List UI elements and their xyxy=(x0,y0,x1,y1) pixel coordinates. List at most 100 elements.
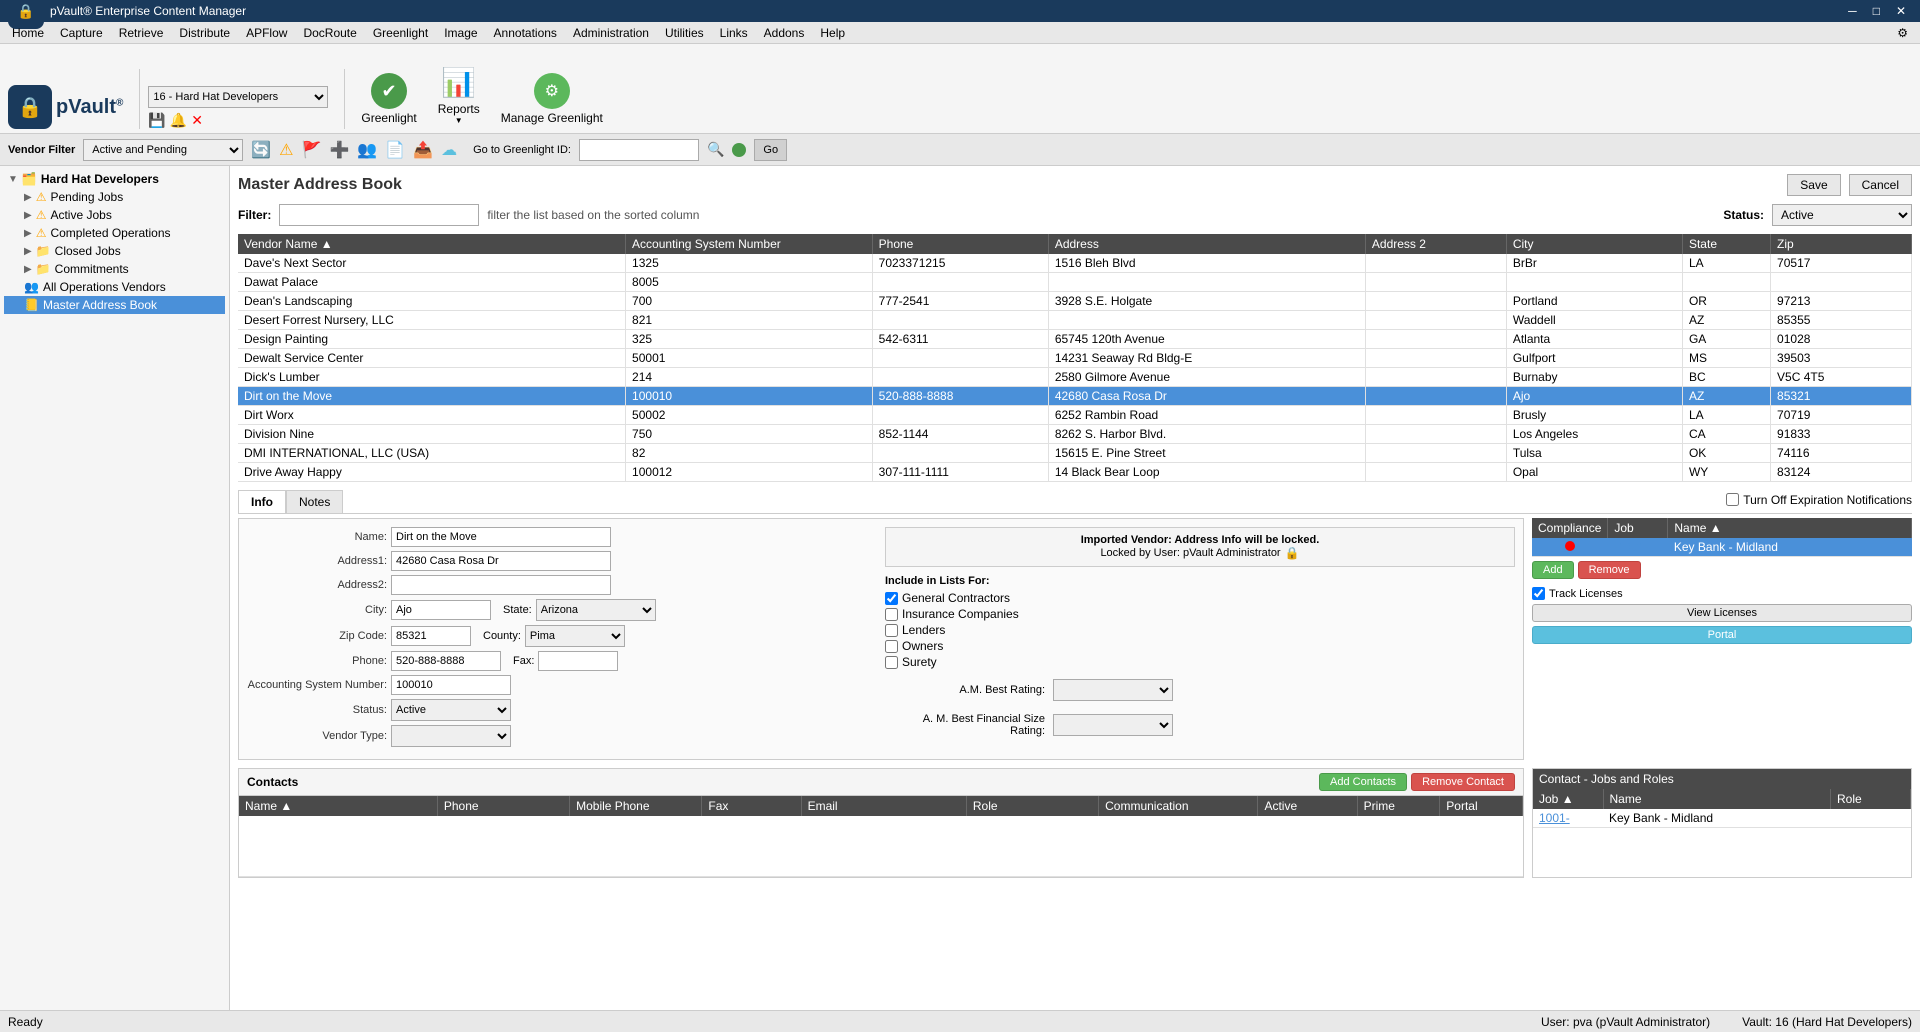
cloud-icon[interactable]: ☁ xyxy=(441,140,457,160)
vendor-row-3[interactable]: Desert Forrest Nursery, LLC 821 Waddell … xyxy=(238,311,1912,330)
sidebar-item-pending-jobs[interactable]: ▶ ⚠ Pending Jobs xyxy=(4,188,225,206)
check-sur[interactable] xyxy=(885,656,898,669)
contact-col-portal[interactable]: Portal xyxy=(1440,796,1523,816)
fax-input[interactable] xyxy=(538,651,618,671)
menu-retrieve[interactable]: Retrieve xyxy=(111,24,172,42)
sidebar-item-closed-jobs[interactable]: ▶ 📁 Closed Jobs xyxy=(4,242,225,260)
check-lend[interactable] xyxy=(885,624,898,637)
vendor-filter-select[interactable]: Active and Pending Active Inactive All xyxy=(83,139,243,161)
menu-greenlight[interactable]: Greenlight xyxy=(365,24,436,42)
contact-col-email[interactable]: Email xyxy=(801,796,966,816)
address2-input[interactable] xyxy=(391,575,611,595)
menu-distribute[interactable]: Distribute xyxy=(171,24,238,42)
tab-notes[interactable]: Notes xyxy=(286,490,343,513)
cj-col-job[interactable]: Job ▲ xyxy=(1533,789,1603,809)
contact-col-phone[interactable]: Phone xyxy=(437,796,569,816)
flag-green-icon[interactable]: 🚩 xyxy=(302,140,322,160)
cj-col-name[interactable]: Name xyxy=(1603,789,1831,809)
vendor-row-4[interactable]: Design Painting 325 542-6311 65745 120th… xyxy=(238,330,1912,349)
upload-icon[interactable]: 📤 xyxy=(413,140,433,160)
sidebar-item-address-book[interactable]: 📒 Master Address Book xyxy=(4,296,225,314)
vendor-row-5[interactable]: Dewalt Service Center 50001 14231 Seaway… xyxy=(238,349,1912,368)
address1-input[interactable] xyxy=(391,551,611,571)
vendor-row-0[interactable]: Dave's Next Sector 1325 7023371215 1516 … xyxy=(238,254,1912,273)
check-gc[interactable] xyxy=(885,592,898,605)
people-icon[interactable]: 👥 xyxy=(357,140,377,160)
contact-col-mobile[interactable]: Mobile Phone xyxy=(570,796,702,816)
contact-col-active[interactable]: Active xyxy=(1258,796,1357,816)
menu-home[interactable]: Home xyxy=(4,24,52,42)
menu-docroute[interactable]: DocRoute xyxy=(295,24,364,42)
add-icon[interactable]: ➕ xyxy=(329,140,349,160)
check-own[interactable] xyxy=(885,640,898,653)
sidebar-item-completed[interactable]: ▶ ⚠ Completed Operations xyxy=(4,224,225,242)
close-btn[interactable]: ✕ xyxy=(1890,4,1912,18)
col-vendor-name[interactable]: Vendor Name ▲ xyxy=(238,234,626,254)
zip-input[interactable] xyxy=(391,626,471,646)
status-select[interactable]: Active Inactive All Active and Pending xyxy=(1772,204,1912,226)
name-input[interactable] xyxy=(391,527,611,547)
cj-row-0[interactable]: 1001- Key Bank - Midland xyxy=(1533,809,1911,828)
sidebar-root[interactable]: ▼ 🗂️ Hard Hat Developers xyxy=(4,170,225,188)
reports-button[interactable]: 📊 Reports ▼ xyxy=(429,58,489,129)
sidebar-item-all-vendors[interactable]: 👥 All Operations Vendors xyxy=(4,278,225,296)
phone-input[interactable] xyxy=(391,651,501,671)
cj-job-link[interactable]: 1001- xyxy=(1539,811,1570,825)
county-select[interactable]: Pima xyxy=(525,625,625,647)
vendor-row-9[interactable]: Division Nine 750 852-1144 8262 S. Harbo… xyxy=(238,425,1912,444)
compliance-add-button[interactable]: Add xyxy=(1532,561,1574,579)
minimize-btn[interactable]: ─ xyxy=(1842,4,1863,18)
warning-icon[interactable]: ⚠ xyxy=(279,140,293,160)
vendor-row-7[interactable]: Dirt on the Move 100010 520-888-8888 426… xyxy=(238,387,1912,406)
system-icon[interactable]: ⚙ xyxy=(1889,24,1916,42)
vault-selector[interactable]: 16 - Hard Hat Developers xyxy=(148,86,328,108)
greenlight-button[interactable]: ✔ Greenlight xyxy=(353,67,424,129)
col-state[interactable]: State xyxy=(1682,234,1770,254)
save-button[interactable]: Save xyxy=(1787,174,1840,196)
manage-greenlight-button[interactable]: ⚙ Manage Greenlight xyxy=(493,67,611,129)
go-button[interactable]: Go xyxy=(754,139,787,161)
col-acct[interactable]: Accounting System Number xyxy=(626,234,873,254)
contact-col-fax[interactable]: Fax xyxy=(702,796,801,816)
check-ins[interactable] xyxy=(885,608,898,621)
menu-links[interactable]: Links xyxy=(712,24,756,42)
view-licenses-button[interactable]: View Licenses xyxy=(1532,604,1912,622)
compliance-remove-button[interactable]: Remove xyxy=(1578,561,1641,579)
vendor-row-8[interactable]: Dirt Worx 50002 6252 Rambin Road Brusly … xyxy=(238,406,1912,425)
remove-contact-button[interactable]: Remove Contact xyxy=(1411,773,1515,791)
contact-col-communication[interactable]: Communication xyxy=(1099,796,1258,816)
vendor-row-11[interactable]: Drive Away Happy 100012 307-111-1111 14 … xyxy=(238,463,1912,482)
menu-administration[interactable]: Administration xyxy=(565,24,657,42)
search-icon[interactable]: 🔍 xyxy=(707,141,724,158)
sidebar-item-active-jobs[interactable]: ▶ ⚠ Active Jobs xyxy=(4,206,225,224)
state-select[interactable]: Arizona xyxy=(536,599,656,621)
add-contacts-button[interactable]: Add Contacts xyxy=(1319,773,1407,791)
compliance-row-0[interactable]: -1001- Key Bank - Midland xyxy=(1532,538,1912,557)
cancel-button[interactable]: Cancel xyxy=(1849,174,1912,196)
menu-annotations[interactable]: Annotations xyxy=(486,24,565,42)
bell-icon[interactable]: 🔔 xyxy=(170,112,187,129)
vendor-row-6[interactable]: Dick's Lumber 214 2580 Gilmore Avenue Bu… xyxy=(238,368,1912,387)
contact-col-prime[interactable]: Prime xyxy=(1357,796,1440,816)
menu-help[interactable]: Help xyxy=(812,24,853,42)
vendor-row-10[interactable]: DMI INTERNATIONAL, LLC (USA) 82 15615 E.… xyxy=(238,444,1912,463)
vendor-row-2[interactable]: Dean's Landscaping 700 777-2541 3928 S.E… xyxy=(238,292,1912,311)
col-phone[interactable]: Phone xyxy=(872,234,1048,254)
menu-apflow[interactable]: APFlow xyxy=(238,24,295,42)
filter-input[interactable] xyxy=(279,204,479,226)
menu-utilities[interactable]: Utilities xyxy=(657,24,712,42)
restore-btn[interactable]: □ xyxy=(1867,4,1886,18)
am-best-select[interactable] xyxy=(1053,679,1173,701)
col-zip[interactable]: Zip xyxy=(1771,234,1912,254)
expiration-checkbox[interactable] xyxy=(1726,493,1739,506)
menu-image[interactable]: Image xyxy=(436,24,485,42)
comp-job-link[interactable]: -1001- xyxy=(1614,540,1649,554)
go-to-input[interactable] xyxy=(579,139,699,161)
contact-col-name[interactable]: Name ▲ xyxy=(239,796,437,816)
col-address[interactable]: Address xyxy=(1048,234,1365,254)
am-financial-select[interactable] xyxy=(1053,714,1173,736)
acct-input[interactable] xyxy=(391,675,511,695)
cj-col-role[interactable]: Role xyxy=(1831,789,1911,809)
col-address2[interactable]: Address 2 xyxy=(1365,234,1506,254)
document-icon[interactable]: 📄 xyxy=(385,140,405,160)
